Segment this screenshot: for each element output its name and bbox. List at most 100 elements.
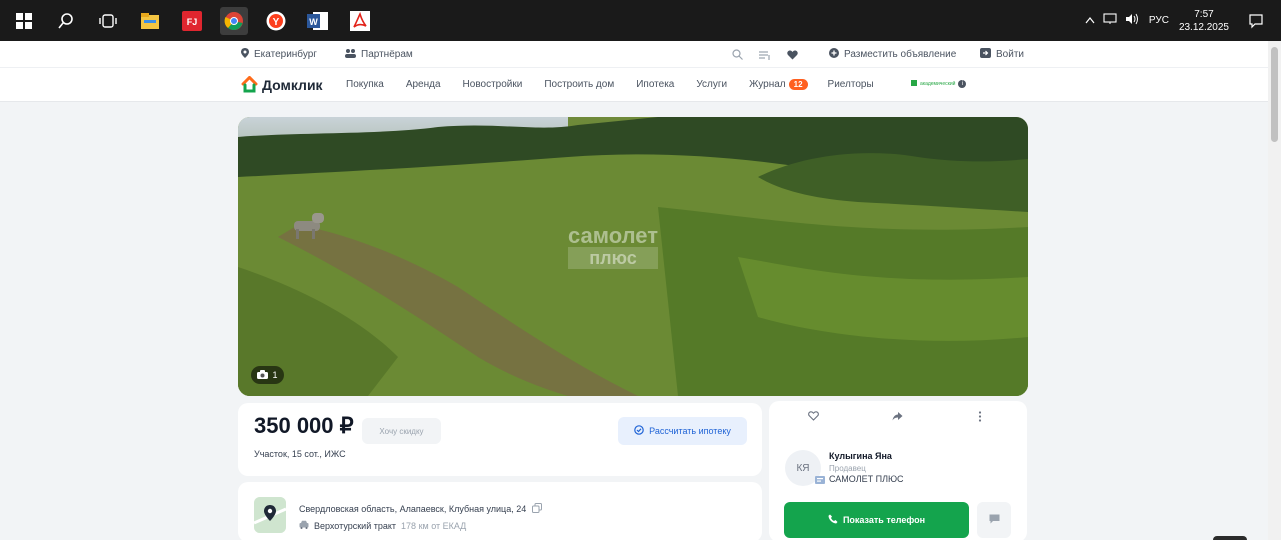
show-phone-button[interactable]: Показать телефон bbox=[784, 502, 969, 538]
partners-label: Партнёрам bbox=[361, 49, 413, 60]
floating-widget[interactable] bbox=[1213, 536, 1247, 540]
seller-name[interactable]: Кулыгина Яна bbox=[829, 451, 892, 461]
scrollbar-thumb[interactable] bbox=[1271, 47, 1278, 142]
clock[interactable]: 7:57 23.12.2025 bbox=[1179, 8, 1229, 34]
login-label: Войти bbox=[996, 49, 1024, 60]
login-icon bbox=[980, 48, 991, 61]
language-indicator[interactable]: РУС bbox=[1149, 15, 1169, 26]
task-view-icon[interactable] bbox=[94, 7, 122, 35]
nav-item-new-buildings[interactable]: Новостройки bbox=[463, 79, 523, 90]
nav-item-build-house[interactable]: Построить дом bbox=[544, 79, 614, 90]
map-thumbnail[interactable] bbox=[254, 497, 286, 533]
favorite-heart-icon[interactable] bbox=[808, 411, 819, 424]
journal-badge: 12 bbox=[788, 79, 808, 90]
volume-icon[interactable] bbox=[1125, 13, 1139, 28]
address-line: Свердловская область, Алапаевск, Клубная… bbox=[299, 503, 543, 515]
svg-text:FJ: FJ bbox=[187, 17, 198, 27]
seller-role: Продавец bbox=[829, 464, 866, 473]
share-icon[interactable] bbox=[892, 411, 903, 424]
listing-actions bbox=[769, 411, 1027, 431]
main-nav: Домклик Покупка Аренда Новостройки Постр… bbox=[0, 68, 1268, 102]
watermark-bottom: плюс bbox=[568, 247, 659, 269]
chevron-up-icon[interactable] bbox=[1085, 15, 1095, 27]
photo-count: 1 bbox=[272, 370, 278, 380]
clock-time: 7:57 bbox=[1194, 8, 1214, 20]
partners-icon bbox=[345, 48, 356, 61]
taskbar-apps: FJ Y W bbox=[10, 6, 388, 36]
road-distance: 178 км от ЕКАД bbox=[401, 520, 467, 531]
photo-watermark: самолет плюс bbox=[568, 223, 659, 269]
photo-count-badge[interactable]: 1 bbox=[251, 366, 284, 384]
clock-date: 23.12.2025 bbox=[1178, 21, 1229, 33]
acrobat-icon[interactable] bbox=[346, 7, 374, 35]
system-tray: РУС 7:57 23.12.2025 bbox=[1085, 0, 1281, 41]
chrome-icon[interactable] bbox=[220, 7, 248, 35]
login-link[interactable]: Войти bbox=[980, 48, 1024, 61]
favorites-heart-icon[interactable] bbox=[787, 47, 798, 65]
academic-district-link[interactable]: академический i bbox=[911, 80, 967, 88]
copy-icon[interactable] bbox=[532, 503, 543, 515]
nav-item-realtors[interactable]: Риелторы bbox=[828, 79, 874, 90]
nav-item-journal[interactable]: Журнал 12 bbox=[749, 79, 808, 90]
nav-item-buy[interactable]: Покупка bbox=[346, 79, 384, 90]
academic-logo-icon bbox=[911, 80, 917, 88]
location-pin-icon bbox=[241, 48, 249, 61]
academic-label: академический bbox=[920, 81, 956, 87]
network-icon[interactable] bbox=[1103, 13, 1117, 28]
domclick-logo[interactable]: Домклик bbox=[241, 76, 323, 93]
seller-agency[interactable]: САМОЛЕТ ПЛЮС bbox=[815, 474, 904, 484]
partners-link[interactable]: Партнёрам bbox=[345, 48, 413, 61]
nav-items: Покупка Аренда Новостройки Построить дом… bbox=[346, 79, 896, 90]
more-options-icon[interactable] bbox=[978, 411, 982, 425]
phone-icon bbox=[828, 514, 838, 526]
agency-name: САМОЛЕТ ПЛЮС bbox=[829, 474, 904, 484]
city-label: Екатеринбург bbox=[254, 49, 317, 60]
svg-text:W: W bbox=[309, 17, 318, 27]
file-explorer-icon[interactable] bbox=[136, 7, 164, 35]
check-circle-icon bbox=[634, 425, 644, 437]
nav-item-rent[interactable]: Аренда bbox=[406, 79, 441, 90]
plot-description: Участок, 15 сот., ИЖС bbox=[254, 449, 346, 459]
journal-label: Журнал bbox=[749, 79, 786, 90]
address-card: Свердловская область, Алапаевск, Клубная… bbox=[238, 482, 762, 540]
nav-item-services[interactable]: Услуги bbox=[696, 79, 727, 90]
watermark-top: самолет bbox=[568, 223, 659, 248]
topbar-icons bbox=[732, 47, 798, 65]
logo-text: Домклик bbox=[262, 76, 323, 93]
chat-button[interactable] bbox=[977, 502, 1011, 538]
camera-icon bbox=[257, 369, 269, 381]
price-card: 350 000 ₽ Хочу скидку Рассчитать ипотеку… bbox=[238, 403, 762, 476]
agency-id-icon bbox=[815, 476, 825, 486]
show-phone-label: Показать телефон bbox=[842, 515, 926, 525]
mortgage-label: Рассчитать ипотеку bbox=[649, 426, 731, 436]
post-ad-link[interactable]: Разместить объявление bbox=[829, 48, 956, 61]
fj-app-icon[interactable]: FJ bbox=[178, 7, 206, 35]
road-name: Верхотурский тракт bbox=[314, 520, 397, 531]
post-ad-label: Разместить объявление bbox=[844, 49, 957, 60]
site-topbar: Екатеринбург Партнёрам Разместить объявл… bbox=[0, 41, 1268, 68]
search-icon[interactable] bbox=[732, 47, 743, 65]
seller-card: КЯ Кулыгина Яна Продавец САМОЛЕТ ПЛЮС По… bbox=[769, 401, 1027, 540]
chat-icon bbox=[989, 511, 1000, 529]
compare-icon[interactable] bbox=[759, 47, 771, 65]
plus-circle-icon bbox=[829, 48, 839, 61]
nav-item-mortgage[interactable]: Ипотека bbox=[636, 79, 674, 90]
car-icon bbox=[299, 520, 309, 531]
calculate-mortgage-button[interactable]: Рассчитать ипотеку bbox=[618, 417, 747, 445]
page-scrollbar[interactable] bbox=[1268, 41, 1281, 540]
info-icon[interactable]: i bbox=[958, 80, 967, 88]
listing-photo[interactable]: самолет плюс bbox=[238, 117, 1028, 396]
windows-taskbar: FJ Y W РУС 7:57 23.12.2025 bbox=[0, 0, 1281, 41]
listing-price: 350 000 ₽ bbox=[254, 413, 354, 438]
road-line: Верхотурский тракт 178 км от ЕКАД bbox=[299, 520, 466, 531]
notifications-icon[interactable] bbox=[1243, 8, 1269, 34]
word-icon[interactable]: W bbox=[304, 7, 332, 35]
windows-start-icon[interactable] bbox=[10, 7, 38, 35]
svg-text:Y: Y bbox=[273, 17, 280, 28]
city-selector[interactable]: Екатеринбург bbox=[241, 48, 317, 61]
yandex-browser-icon[interactable]: Y bbox=[262, 7, 290, 35]
address-text: Свердловская область, Алапаевск, Клубная… bbox=[299, 504, 527, 514]
want-discount-button[interactable]: Хочу скидку bbox=[362, 418, 441, 444]
domclick-logo-icon bbox=[241, 76, 258, 93]
search-icon[interactable] bbox=[52, 7, 80, 35]
